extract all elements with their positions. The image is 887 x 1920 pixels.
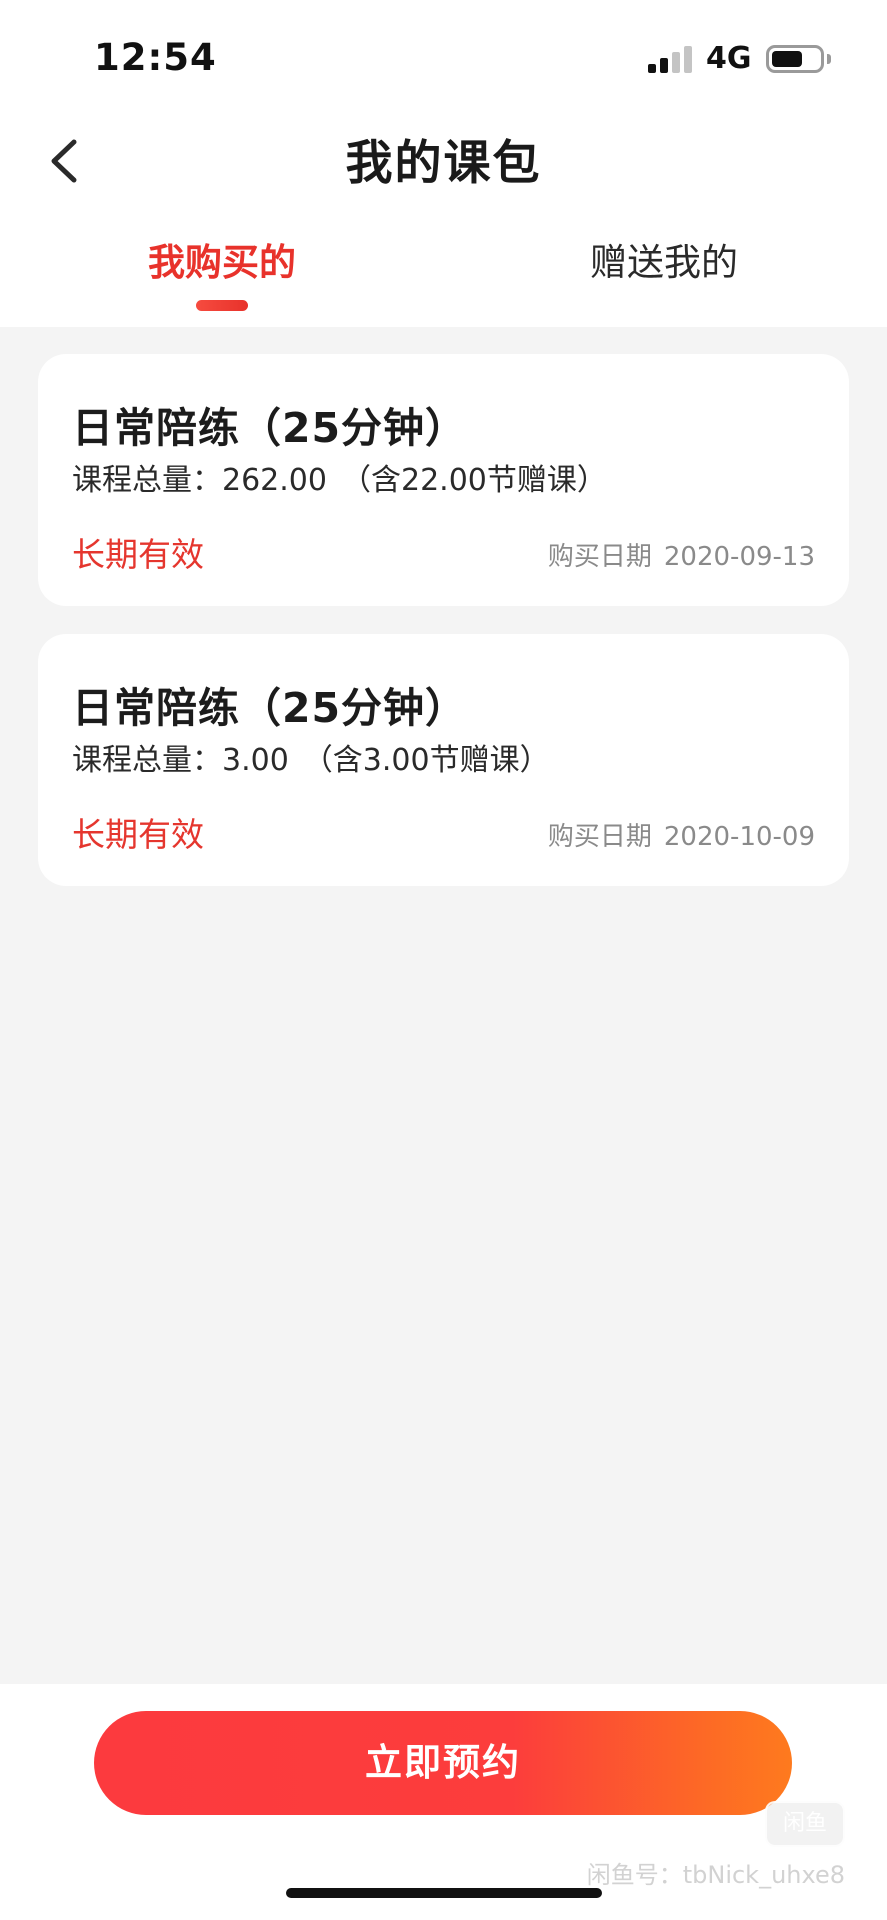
course-total-label: 课程总量： [72, 743, 222, 778]
course-title: 日常陪练（25分钟） [72, 404, 468, 452]
tab-active-indicator [196, 300, 248, 311]
signal-icon [648, 45, 692, 73]
status-bar: 12:54 4G [0, 0, 887, 110]
purchase-date-value: 2020-09-13 [663, 542, 815, 572]
purchase-date-value: 2020-10-09 [663, 822, 815, 852]
tab-purchased-label: 我购买的 [148, 241, 296, 284]
course-total: 课程总量：3.00 （含3.00节赠课） [72, 735, 550, 779]
purchase-date-label: 购买日期 [547, 822, 652, 852]
tab-gifted-label: 赠送我的 [590, 241, 738, 284]
network-type: 4G [706, 41, 752, 76]
course-total-label: 课程总量： [72, 463, 222, 498]
purchase-date: 购买日期 2020-09-13 [548, 536, 815, 573]
course-validity: 长期有效 [72, 815, 204, 854]
status-time: 12:54 [94, 36, 217, 79]
battery-cap [827, 54, 831, 64]
tab-gifted[interactable]: 赠送我的 [514, 228, 814, 318]
nav-bar: 我的课包 [0, 110, 887, 210]
book-now-button[interactable]: 立即预约 [94, 1711, 792, 1815]
course-total-value: 262.00 [222, 463, 327, 498]
purchase-date: 购买日期 2020-10-09 [548, 816, 815, 853]
xianyu-watermark-logo: 闲鱼 [765, 1801, 845, 1847]
course-bonus-note: （含3.00节赠课） [302, 743, 550, 778]
course-title: 日常陪练（25分钟） [72, 684, 468, 732]
battery-level [772, 51, 802, 67]
course-validity: 长期有效 [72, 535, 204, 574]
course-card[interactable]: 日常陪练（25分钟） 课程总量：262.00 （含22.00节赠课） 长期有效 购… [38, 354, 849, 606]
battery-icon [766, 45, 824, 73]
page-title: 我的课包 [345, 136, 542, 191]
course-total-value: 3.00 [222, 743, 289, 778]
screen: 12:54 4G 我的课包 我购买的 赠送我的 日常陪练（25分钟） 课程总量：… [0, 0, 887, 1920]
course-total: 课程总量：262.00 （含22.00节赠课） [72, 455, 607, 499]
course-bonus-note: （含22.00节赠课） [340, 463, 607, 498]
watermark-text: 闲鱼号：tbNick_uhxe8 [586, 1861, 845, 1889]
home-indicator[interactable] [286, 1888, 602, 1898]
tab-purchased[interactable]: 我购买的 [72, 228, 372, 318]
tab-bar: 我购买的 赠送我的 [0, 228, 887, 327]
header-area: 12:54 4G 我的课包 我购买的 赠送我的 [0, 0, 887, 327]
purchase-date-label: 购买日期 [547, 542, 652, 572]
course-card[interactable]: 日常陪练（25分钟） 课程总量：3.00 （含3.00节赠课） 长期有效 购买日期… [38, 634, 849, 886]
